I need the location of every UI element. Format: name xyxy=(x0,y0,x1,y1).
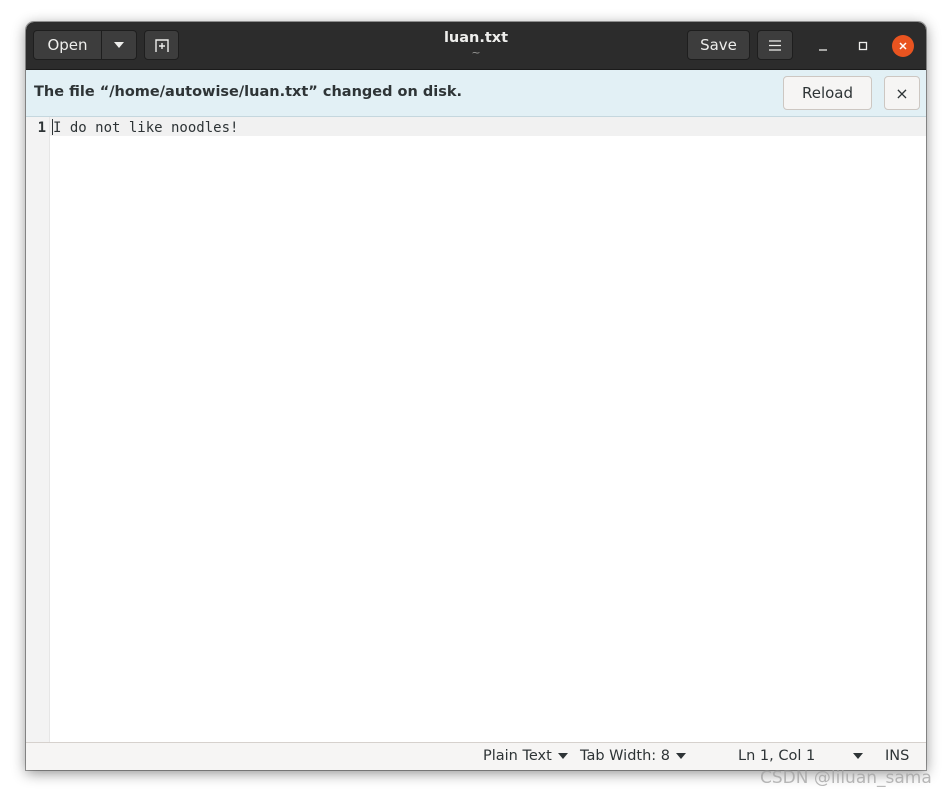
maximize-button[interactable] xyxy=(852,35,874,57)
open-button-label: Open xyxy=(47,36,88,54)
file-changed-message: The file “/home/autowise/luan.txt” chang… xyxy=(34,84,463,100)
insert-mode-label: INS xyxy=(885,748,910,764)
file-changed-infobar: The file “/home/autowise/luan.txt” chang… xyxy=(26,70,926,117)
gedit-window: Open luan.txt ~ Save The file “/home/aut… xyxy=(26,22,926,770)
new-tab-icon xyxy=(154,39,169,52)
main-menu-button[interactable] xyxy=(757,30,793,60)
open-button[interactable]: Open xyxy=(33,30,102,60)
window-subtitle: ~ xyxy=(471,46,481,59)
text-line[interactable]: I do not like noodles! xyxy=(53,120,238,136)
tab-width-label: Tab Width: 8 xyxy=(580,748,671,764)
insert-mode-indicator: INS xyxy=(885,748,909,764)
window-title-area: luan.txt ~ xyxy=(376,29,576,58)
tab-width-selector[interactable]: Tab Width: 8 xyxy=(580,748,687,764)
language-selector[interactable]: Plain Text xyxy=(483,748,568,764)
new-tab-button[interactable] xyxy=(144,30,179,60)
minimize-button[interactable] xyxy=(812,35,834,57)
dismiss-infobar-button[interactable]: × xyxy=(884,76,920,110)
minimize-icon xyxy=(819,49,827,51)
cursor-position-label: Ln 1, Col 1 xyxy=(738,748,816,764)
open-recent-menu-button[interactable] xyxy=(101,30,137,60)
maximize-icon xyxy=(858,41,868,51)
status-bar: Plain Text Tab Width: 8 Ln 1, Col 1 INS xyxy=(26,742,926,770)
dropdown-arrow-icon xyxy=(676,753,687,759)
close-window-button[interactable] xyxy=(892,35,914,57)
watermark: CSDN @liluan_sama xyxy=(760,768,932,788)
window-title: luan.txt xyxy=(443,30,509,46)
reload-button[interactable]: Reload xyxy=(783,76,872,110)
save-button[interactable]: Save xyxy=(687,30,750,60)
line-number: 1 xyxy=(37,120,46,136)
close-icon: × xyxy=(895,83,909,103)
close-icon xyxy=(899,42,907,50)
hamburger-icon xyxy=(769,39,781,51)
line-number-gutter: 1 xyxy=(26,117,50,742)
text-editor-area[interactable]: I do not like noodles! xyxy=(50,117,926,742)
chevron-down-icon xyxy=(114,42,124,48)
dropdown-arrow-icon xyxy=(853,753,864,759)
cursor-position-selector[interactable]: Ln 1, Col 1 xyxy=(738,748,864,764)
header-bar: Open luan.txt ~ Save xyxy=(26,22,926,70)
save-button-label: Save xyxy=(700,36,737,54)
reload-button-label: Reload xyxy=(801,84,854,102)
language-label: Plain Text xyxy=(483,748,552,764)
dropdown-arrow-icon xyxy=(557,753,568,759)
